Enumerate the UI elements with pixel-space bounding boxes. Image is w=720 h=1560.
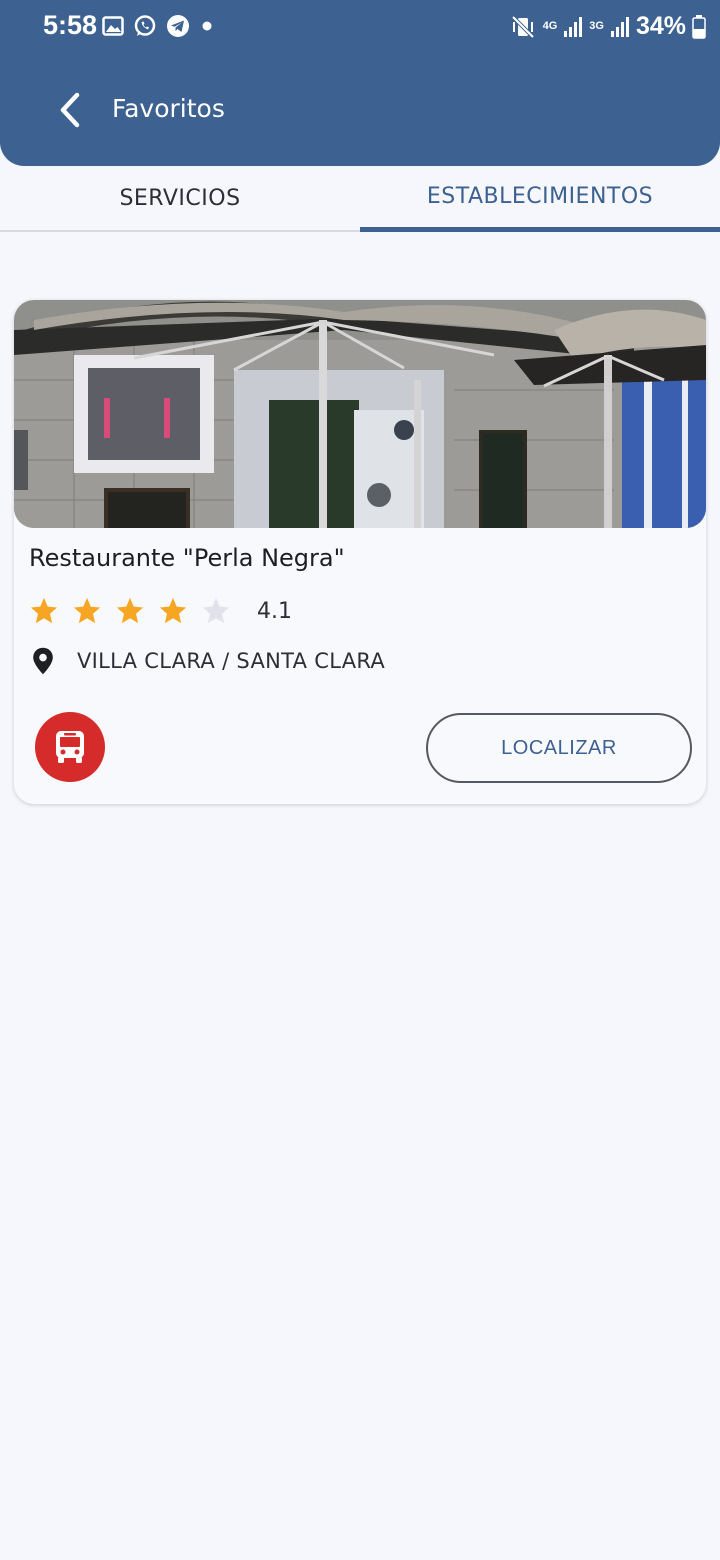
network-3g-label: 3G: [589, 20, 604, 32]
bus-icon: [56, 731, 84, 763]
location-row: VILLA CLARA / SANTA CLARA: [29, 646, 385, 676]
status-bar: 5:58 4G 3G 34%: [0, 0, 720, 56]
establishment-name: Restaurante "Perla Negra": [29, 544, 345, 572]
network-4g-label: 4G: [542, 20, 558, 32]
tab-servicios[interactable]: SERVICIOS: [0, 166, 360, 232]
star-filled-icon: [30, 597, 58, 624]
transport-button[interactable]: [35, 712, 105, 782]
chevron-left-icon: [60, 92, 80, 128]
locate-button[interactable]: LOCALIZAR: [426, 713, 692, 783]
star-filled-icon: [116, 597, 144, 624]
establishment-photo: [14, 300, 706, 528]
status-time: 5:58: [43, 10, 98, 40]
rating-value: 4.1: [257, 598, 292, 624]
establishment-card[interactable]: Restaurante "Perla Negra" 4.1 VILLA CLAR…: [14, 300, 706, 804]
location-text: VILLA CLARA / SANTA CLARA: [77, 649, 386, 673]
gallery-icon: [102, 16, 124, 36]
star-filled-icon: [73, 597, 101, 624]
back-button[interactable]: [50, 88, 90, 132]
rating-stars: 4.1: [29, 596, 292, 626]
star-empty-icon: [202, 597, 230, 624]
vibrate-mute-icon: [511, 15, 534, 38]
battery-level: 34%: [635, 12, 686, 40]
page-title: Favoritos: [112, 94, 225, 123]
location-pin-icon: [33, 647, 53, 675]
star-filled-icon: [159, 597, 187, 624]
tab-establecimientos[interactable]: ESTABLECIMIENTOS: [360, 166, 720, 232]
signal-icon: [610, 16, 629, 37]
battery-icon: [692, 14, 706, 39]
dot-icon: [202, 21, 212, 31]
system-icons: 4G 3G 34%: [511, 12, 706, 41]
tab-bar: SERVICIOS ESTABLECIMIENTOS: [0, 166, 720, 232]
telegram-icon: [167, 15, 189, 37]
whatsapp-icon: [134, 15, 156, 36]
signal-icon: [564, 16, 583, 37]
notification-icons: [102, 14, 215, 38]
app-bar: 5:58 4G 3G 34% Favoritos: [0, 0, 720, 166]
